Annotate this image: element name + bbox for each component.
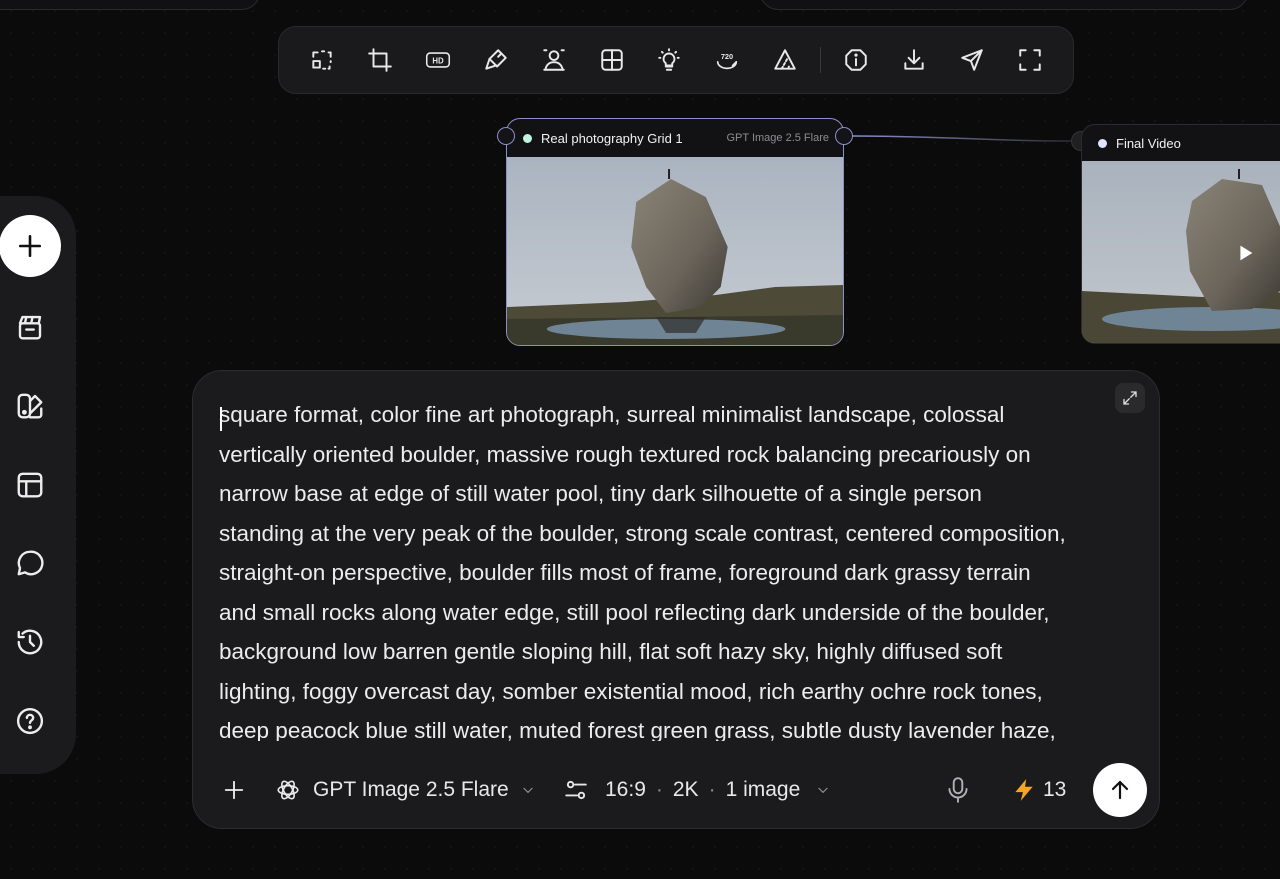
video-node-header: Final Video [1082, 125, 1280, 161]
light-bulb-icon[interactable] [641, 36, 699, 84]
person-cutout-icon[interactable] [525, 36, 583, 84]
node-image-preview [507, 157, 843, 345]
hd-icon[interactable]: HD [409, 36, 467, 84]
prompt-panel: square format, color fine art photograph… [192, 370, 1160, 829]
add-icon[interactable] [0, 215, 61, 277]
separator-dot: · [655, 778, 663, 801]
credit-count: 13 [1043, 778, 1067, 801]
node-header: Real photography Grid 1 GPT Image 2.5 Fl… [507, 119, 843, 157]
layout-icon[interactable] [9, 464, 51, 506]
fullscreen-icon[interactable] [1001, 36, 1059, 84]
crop-icon[interactable] [351, 36, 409, 84]
text-caret [220, 407, 222, 431]
svg-text:HD: HD [432, 56, 444, 65]
sliders-icon [565, 780, 587, 800]
microphone-icon[interactable] [945, 775, 971, 805]
separator-dot: · [708, 778, 716, 801]
openai-logo-icon [277, 780, 299, 800]
prompt-textarea[interactable]: square format, color fine art photograph… [219, 395, 1119, 741]
chevron-down-icon [818, 787, 828, 794]
grid-icon[interactable] [583, 36, 641, 84]
node-model: GPT Image 2.5 Flare [726, 132, 829, 144]
aspect-ratio: 16:9 [605, 778, 646, 801]
node-input-port[interactable] [497, 127, 515, 145]
help-icon[interactable] [9, 700, 51, 742]
model-name: GPT Image 2.5 Flare [313, 778, 509, 801]
model-selector[interactable]: GPT Image 2.5 Flare [275, 777, 535, 803]
add-attachment-icon[interactable] [219, 775, 249, 805]
play-icon[interactable] [1234, 242, 1256, 264]
image-node[interactable]: Real photography Grid 1 GPT Image 2.5 Fl… [506, 118, 844, 346]
node-output-port[interactable] [835, 127, 853, 145]
perspective-icon[interactable] [756, 36, 814, 84]
node-title: Real photography Grid 1 [541, 130, 683, 146]
video-node-title: Final Video [1116, 135, 1181, 151]
brush-icon[interactable] [467, 36, 525, 84]
expand-icon[interactable] [1115, 383, 1145, 413]
prompt-controls: GPT Image 2.5 Flare 16:9 · 2K · 1 image … [193, 752, 1159, 828]
resolution: 2K [672, 778, 699, 801]
arrow-up-icon [1111, 780, 1129, 800]
send-icon[interactable] [943, 36, 1001, 84]
generation-settings[interactable]: 16:9 · 2K · 1 image [563, 777, 830, 803]
video-node[interactable]: Final Video [1081, 124, 1280, 344]
download-icon[interactable] [885, 36, 943, 84]
palette-icon[interactable] [9, 385, 51, 427]
top-left-panel-edge [0, 0, 260, 10]
status-dot [1098, 138, 1107, 148]
clapperboard-icon[interactable] [9, 306, 51, 348]
credit-cost: 13 [1011, 777, 1066, 803]
lightning-icon [1015, 779, 1033, 801]
status-dot [523, 133, 532, 143]
history-icon[interactable] [9, 621, 51, 663]
image-count: 1 image [725, 778, 801, 801]
chat-icon[interactable] [9, 542, 51, 584]
chevron-down-icon [523, 787, 533, 794]
toolbar-divider [820, 47, 822, 73]
image-toolbar: HD 720 [278, 26, 1074, 94]
svg-text:720: 720 [721, 52, 733, 61]
generate-button[interactable] [1093, 763, 1147, 817]
info-icon[interactable] [827, 36, 885, 84]
top-right-panel-edge [760, 0, 1248, 10]
left-sidebar [0, 196, 76, 774]
select-region-icon[interactable] [293, 36, 351, 84]
upscale-720-icon[interactable]: 720 [698, 36, 756, 84]
